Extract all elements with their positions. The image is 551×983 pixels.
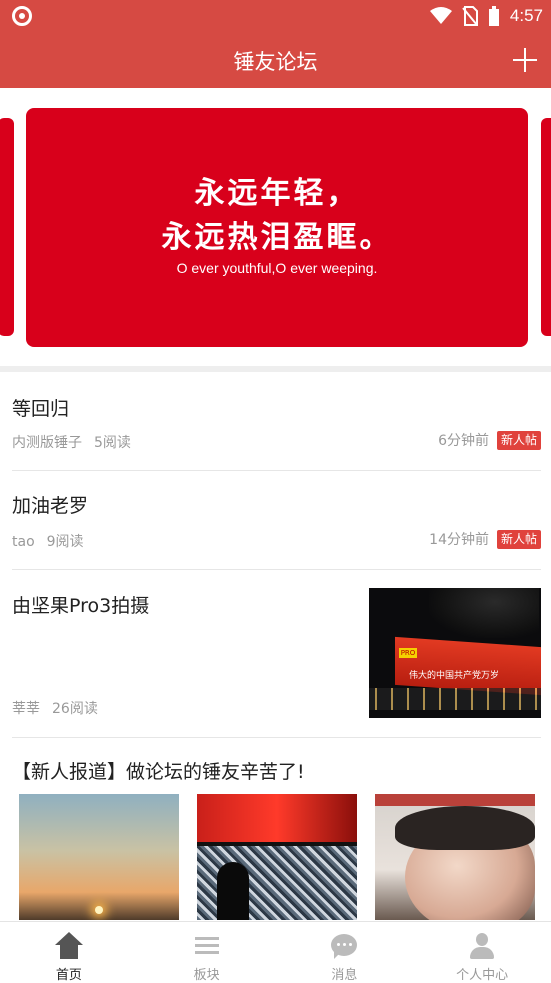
no-sim-icon xyxy=(462,6,478,26)
banner-subtitle: O ever youthful,O ever weeping. xyxy=(176,260,378,276)
page-title: 锤友论坛 xyxy=(233,50,318,74)
menu-icon xyxy=(193,932,221,960)
nav-item-profile[interactable]: 个人中心 xyxy=(413,922,551,983)
stage-lights xyxy=(197,794,357,842)
status-bar: 4:57 xyxy=(0,0,551,32)
post-author: 莘莘 xyxy=(12,701,40,717)
post-thumbnail[interactable]: PRO 伟大的中国共产党万岁 xyxy=(369,588,541,718)
status-time: 4:57 xyxy=(509,6,543,25)
banner-next-peek[interactable] xyxy=(541,118,551,336)
post-title: 由坚果Pro3拍摄 xyxy=(12,595,150,617)
post-meta: tao 9阅读 xyxy=(12,531,84,551)
chat-icon xyxy=(330,932,358,960)
banner-headline-1: 永远年轻， xyxy=(194,176,360,211)
banner-prev-peek[interactable] xyxy=(0,118,14,336)
status-icons: 4:57 xyxy=(429,5,543,27)
portrait-hair xyxy=(395,806,535,850)
home-icon xyxy=(54,932,83,960)
post-item[interactable]: 等回归 内测版锤子 5阅读 6分钟前 新人帖 xyxy=(12,372,541,470)
post-reads: 5阅读 xyxy=(94,435,131,451)
banner-card[interactable]: 永远年轻， 永远热泪盈眶。 O ever youthful,O ever wee… xyxy=(26,108,528,347)
nav-label-sections: 板块 xyxy=(193,968,220,983)
app-header: 锤友论坛 xyxy=(0,32,551,88)
thumbnail-lights xyxy=(369,688,541,710)
banner-carousel[interactable]: 永远年轻， 永远热泪盈眶。 O ever youthful,O ever wee… xyxy=(0,88,551,366)
new-post-badge: 新人帖 xyxy=(496,529,541,549)
post-title: 等回归 xyxy=(12,398,70,420)
post-reads: 26阅读 xyxy=(52,701,98,717)
sun-glow xyxy=(95,906,103,914)
thumbnail-caption: 伟大的中国共产党万岁 xyxy=(409,671,500,681)
post-divider xyxy=(12,737,541,738)
bottom-nav: 首页 板块 消息 个人中心 xyxy=(0,921,551,983)
post-reads: 9阅读 xyxy=(46,534,84,550)
nav-label-profile: 个人中心 xyxy=(456,968,509,983)
announcement-title[interactable]: 【新人报道】做论坛的锤友辛苦了! xyxy=(12,757,305,784)
wifi-icon xyxy=(429,7,452,24)
post-item[interactable]: 加油老罗 tao 9阅读 14分钟前 新人帖 xyxy=(12,471,541,569)
post-author: 内测版锤子 xyxy=(12,435,82,451)
new-post-badge: 新人帖 xyxy=(496,430,541,450)
thumbnail-tree xyxy=(429,588,539,638)
nav-item-sections[interactable]: 板块 xyxy=(138,922,276,983)
nav-item-home[interactable]: 首页 xyxy=(0,922,138,983)
add-post-button[interactable] xyxy=(509,44,541,76)
post-time: 6分钟前 xyxy=(438,433,489,449)
banner-headline-2: 永远热泪盈眶。 xyxy=(161,220,393,255)
nav-label-home: 首页 xyxy=(55,968,82,983)
nav-label-messages: 消息 xyxy=(331,968,358,983)
post-item[interactable]: 由坚果Pro3拍摄 莘莘 26阅读 PRO 伟大的中国共产党万岁 xyxy=(12,588,541,718)
post-author: tao xyxy=(12,534,35,550)
user-icon xyxy=(468,932,496,960)
post-meta: 内测版锤子 5阅读 xyxy=(12,432,131,452)
post-time: 14分钟前 xyxy=(429,532,489,548)
gallery-photo-portrait[interactable] xyxy=(375,794,535,920)
post-right-meta: 14分钟前 新人帖 xyxy=(429,529,541,549)
post-title: 加油老罗 xyxy=(12,495,89,517)
app-circle-icon xyxy=(12,6,32,26)
battery-icon xyxy=(488,6,499,26)
post-meta: 莘莘 26阅读 xyxy=(12,698,98,718)
gallery-photo-stage[interactable] xyxy=(197,794,357,920)
thumbnail-billboard xyxy=(395,636,541,696)
nav-item-messages[interactable]: 消息 xyxy=(276,922,414,983)
thumbnail-logo: PRO xyxy=(399,648,417,658)
stage-silhouette xyxy=(217,862,249,920)
gallery-photo-sunset[interactable] xyxy=(19,794,179,920)
post-right-meta: 6分钟前 新人帖 xyxy=(438,430,541,450)
post-divider xyxy=(12,569,541,570)
